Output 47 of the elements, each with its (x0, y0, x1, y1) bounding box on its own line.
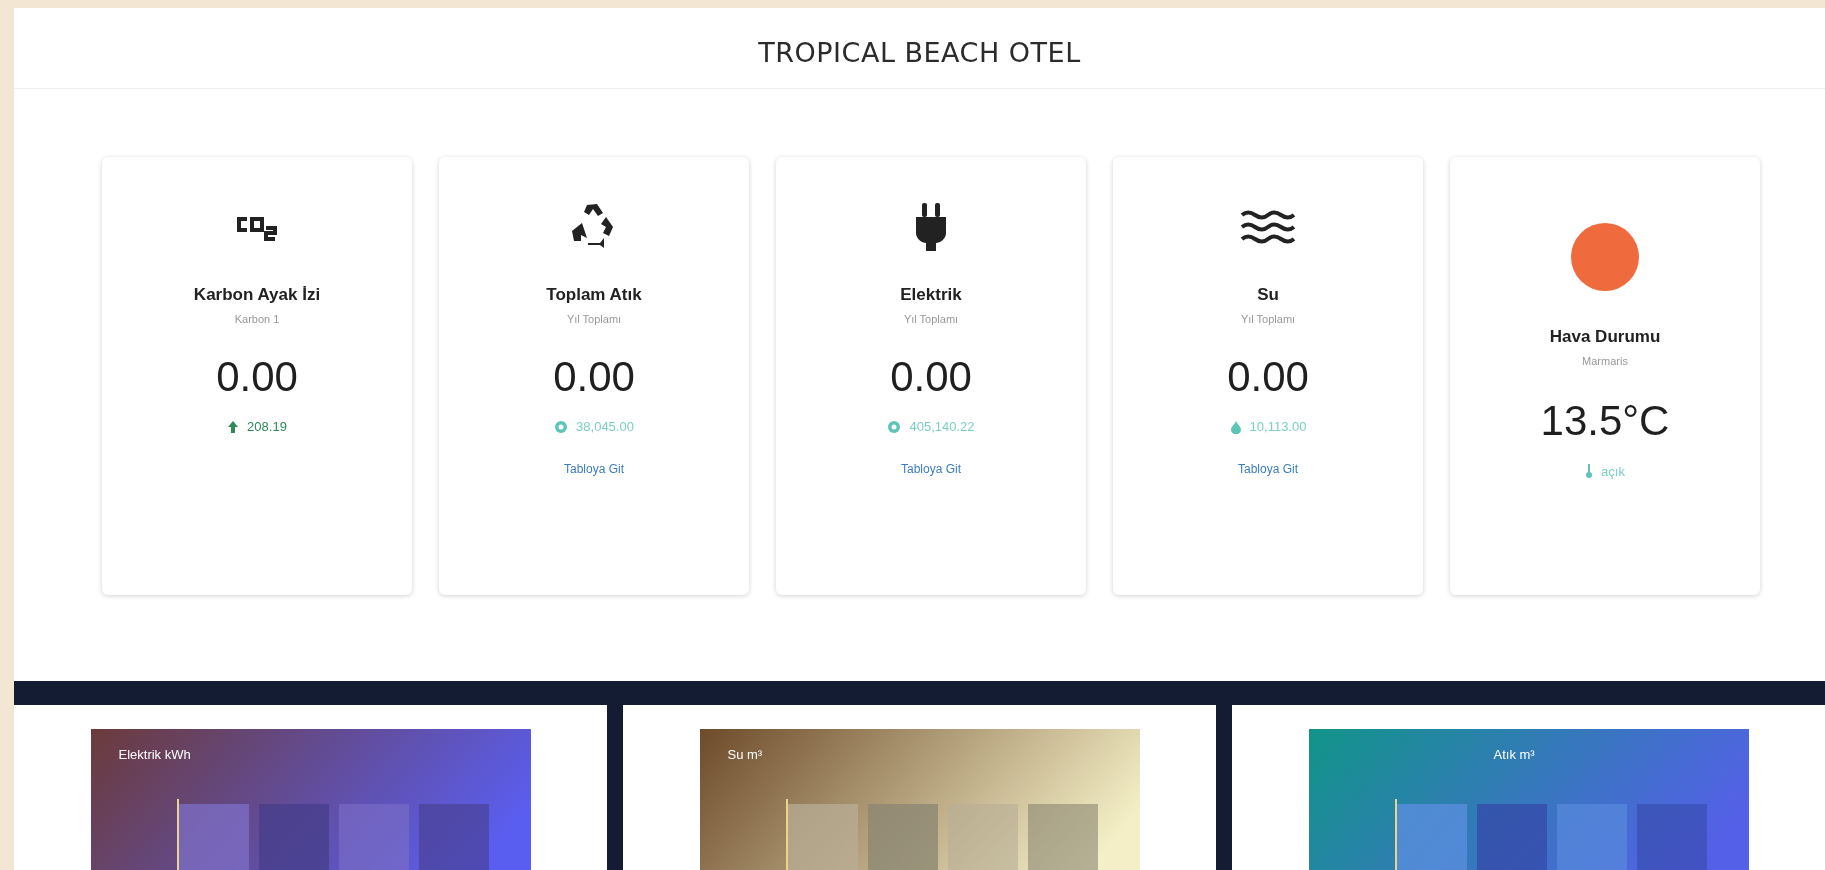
waves-icon (1240, 209, 1296, 245)
table-link[interactable]: Tabloya Git (564, 462, 624, 476)
card-title: Karbon Ayak İzi (193, 285, 321, 305)
card-value: 13.5°C (1540, 397, 1670, 445)
table-link[interactable]: Tabloya Git (1238, 462, 1298, 476)
card-title: Hava Durumu (1549, 327, 1661, 347)
card-subtitle: Yıl Toplamı (1240, 313, 1296, 325)
card-value: 0.00 (1227, 353, 1309, 401)
chart-bar (787, 804, 858, 870)
card-subtitle: Yıl Toplamı (566, 313, 622, 325)
chart-bar (418, 804, 489, 870)
thermometer-icon (1585, 463, 1594, 479)
card-value: 0.00 (890, 353, 972, 401)
circle-icon (887, 419, 902, 434)
card-subtitle: Marmaris (1582, 355, 1628, 367)
chart-bar (1636, 804, 1707, 870)
chart-title: Su m³ (727, 747, 763, 762)
chart-bar (1556, 804, 1627, 870)
card-subtitle: Yıl Toplamı (903, 313, 959, 325)
card-value: 0.00 (553, 353, 635, 401)
plug-icon (914, 201, 948, 253)
table-link[interactable]: Tabloya Git (901, 462, 961, 476)
card-title: Su (1257, 285, 1279, 305)
card-reading: 38,045.00 (576, 419, 634, 434)
chart-bar (1027, 804, 1098, 870)
chart-bar (258, 804, 329, 870)
chart-bar (1476, 804, 1547, 870)
card-title: Toplam Atık (546, 285, 642, 305)
card-subtitle: Karbon 1 (234, 313, 280, 325)
sun-icon (1569, 221, 1641, 293)
hotel-title: TROPICAL BEACH OTEL (758, 35, 1081, 68)
card-title: Elektrik (900, 285, 962, 305)
circle-icon (554, 419, 569, 434)
card-reading: 208.19 (247, 419, 287, 434)
arrow-up-icon (227, 419, 240, 434)
drop-icon (1229, 419, 1242, 434)
card-reading: 405,140.22 (909, 419, 975, 434)
chart-bar (338, 804, 409, 870)
card-reading: açık (1601, 463, 1625, 479)
card-value: 0.00 (216, 353, 298, 401)
chart-bar (867, 804, 938, 870)
card-reading: 10,113.00 (1249, 419, 1307, 434)
chart-bar (1396, 804, 1467, 870)
chart-bar (178, 804, 249, 870)
chart-bar (947, 804, 1018, 870)
chart-title: Elektrik kWh (118, 747, 191, 762)
chart-title: Atık m³ (1493, 747, 1535, 762)
